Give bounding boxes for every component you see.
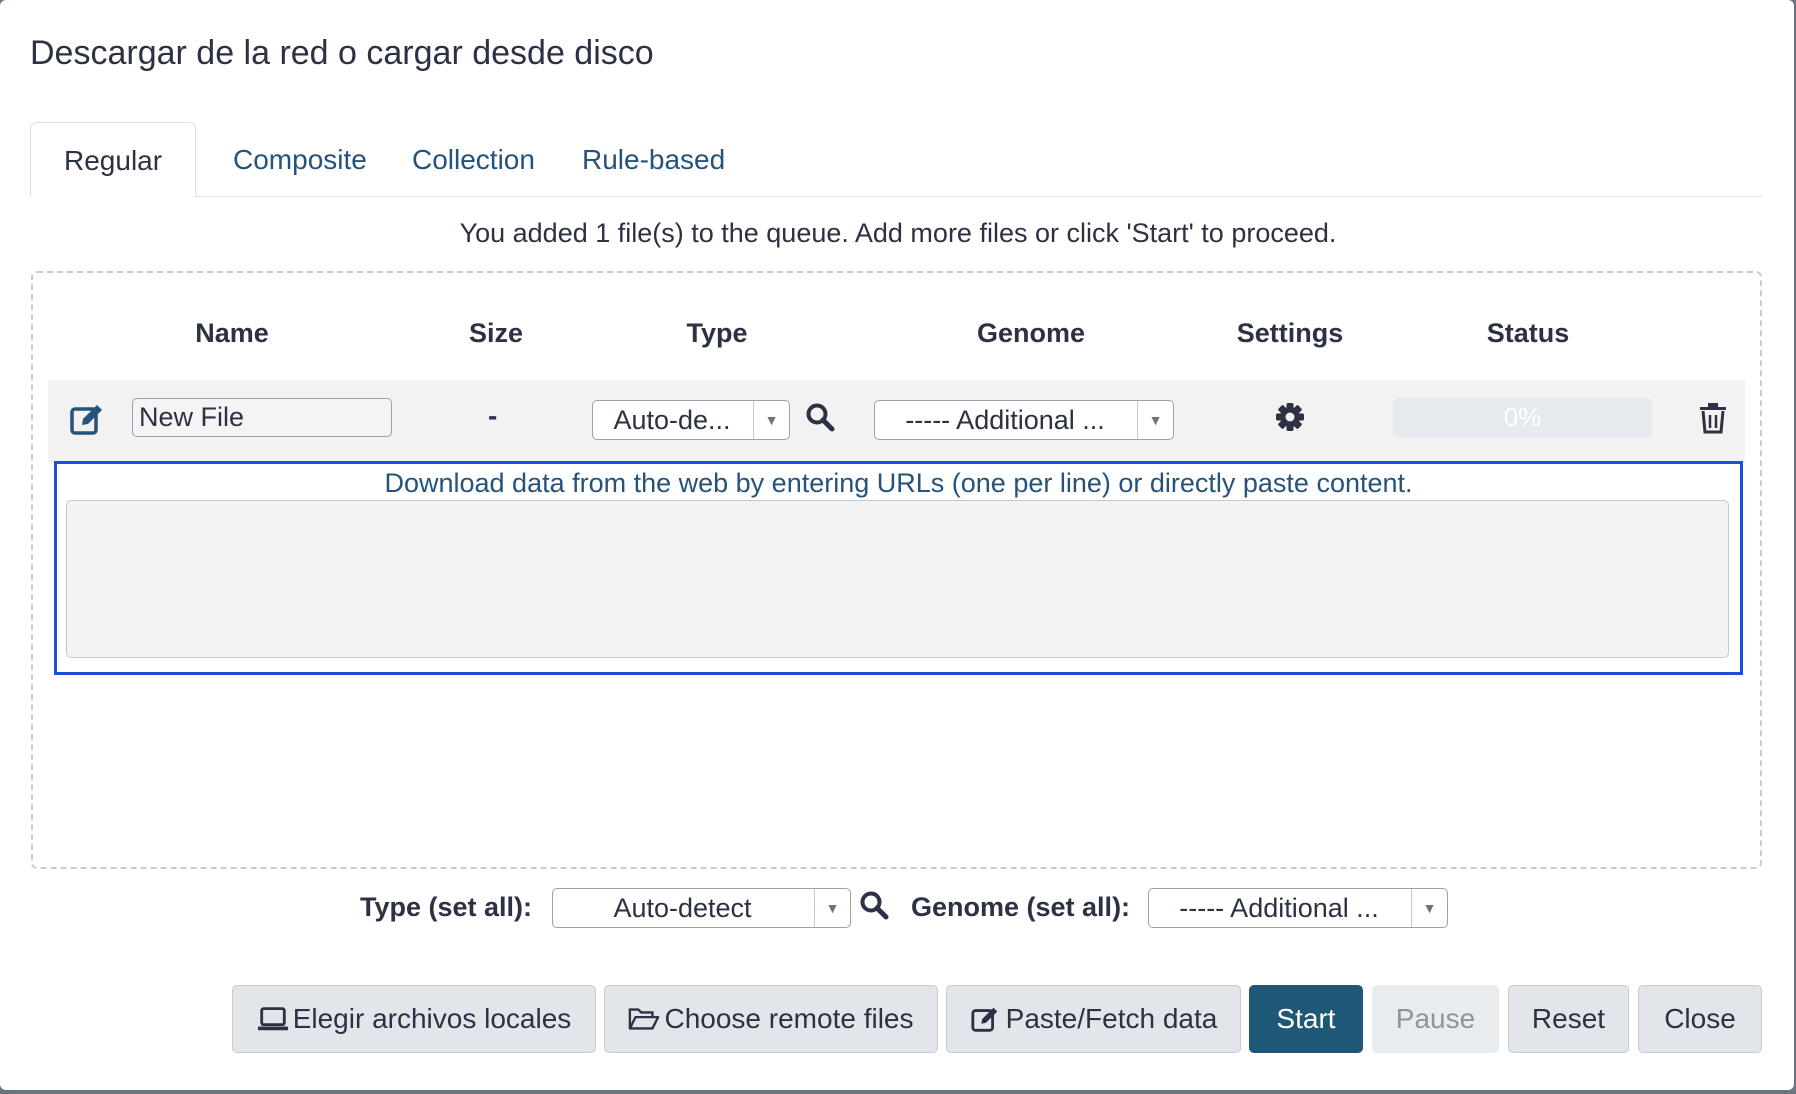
choose-local-files-label: Elegir archivos locales	[292, 1003, 572, 1034]
queue-message: You added 1 file(s) to the queue. Add mo…	[459, 218, 1337, 248]
genome-select-value: ----- Additional ...	[905, 405, 1105, 435]
dialog-title: Descargar de la red o cargar desde disco	[30, 34, 654, 72]
file-size: -	[488, 400, 498, 431]
type-set-all-value: Auto-detect	[613, 893, 752, 923]
tab-regular[interactable]: Regular	[30, 122, 197, 198]
genome-set-all-select[interactable]: ----- Additional ... ▼	[1148, 888, 1448, 928]
chevron-down-icon: ▼	[1137, 401, 1173, 439]
column-header-type: Type	[686, 318, 748, 348]
progress-text: 0%	[1503, 402, 1542, 432]
paste-textarea[interactable]	[66, 500, 1729, 658]
paste-content-panel: Download data from the web by entering U…	[54, 461, 1743, 675]
choose-remote-files-button[interactable]: Choose remote files	[604, 985, 938, 1053]
column-header-genome: Genome	[976, 318, 1086, 348]
tab-rule-based[interactable]: Rule-based	[549, 122, 758, 198]
paste-hint: Download data from the web by entering U…	[384, 468, 1413, 498]
tab-composite[interactable]: Composite	[200, 122, 400, 198]
column-header-name: Name	[195, 318, 269, 348]
genome-select[interactable]: ----- Additional ... ▼	[874, 400, 1174, 440]
laptop-icon	[257, 1007, 288, 1031]
search-icon[interactable]	[805, 402, 835, 432]
genome-set-all-value: ----- Additional ...	[1179, 893, 1379, 923]
file-name-input[interactable]	[132, 398, 392, 437]
start-button[interactable]: Start	[1249, 985, 1363, 1053]
upload-progress-bar: 0%	[1393, 398, 1652, 437]
folder-open-icon	[629, 1008, 660, 1030]
choose-remote-files-label: Choose remote files	[664, 1003, 914, 1034]
column-header-status: Status	[1486, 318, 1570, 348]
type-set-all-label: Type (set all):	[360, 892, 533, 922]
paste-fetch-label: Paste/Fetch data	[1005, 1003, 1218, 1034]
column-header-settings: Settings	[1236, 318, 1344, 348]
type-set-all-select[interactable]: Auto-detect ▼	[552, 888, 851, 928]
choose-local-files-button[interactable]: Elegir archivos locales	[232, 985, 596, 1053]
type-select[interactable]: Auto-de... ▼	[592, 400, 790, 440]
edit-icon	[971, 1007, 997, 1032]
genome-set-all-label: Genome (set all):	[911, 892, 1131, 922]
trash-icon[interactable]	[1698, 402, 1728, 434]
pause-button[interactable]: Pause	[1372, 985, 1499, 1053]
paste-fetch-button[interactable]: Paste/Fetch data	[946, 985, 1241, 1053]
upload-dialog: Descargar de la red o cargar desde disco…	[0, 0, 1794, 1090]
tab-bar: Regular Composite Collection Rule-based	[30, 122, 1763, 198]
search-icon[interactable]	[859, 890, 889, 920]
chevron-down-icon: ▼	[753, 401, 789, 439]
reset-button[interactable]: Reset	[1508, 985, 1629, 1053]
gear-icon[interactable]	[1275, 402, 1305, 432]
edit-icon[interactable]	[70, 403, 104, 435]
type-select-value: Auto-de...	[613, 405, 731, 435]
close-button[interactable]: Close	[1638, 985, 1762, 1053]
chevron-down-icon: ▼	[814, 889, 850, 927]
tab-collection[interactable]: Collection	[379, 122, 568, 198]
chevron-down-icon: ▼	[1411, 889, 1447, 927]
column-header-size: Size	[468, 318, 524, 348]
